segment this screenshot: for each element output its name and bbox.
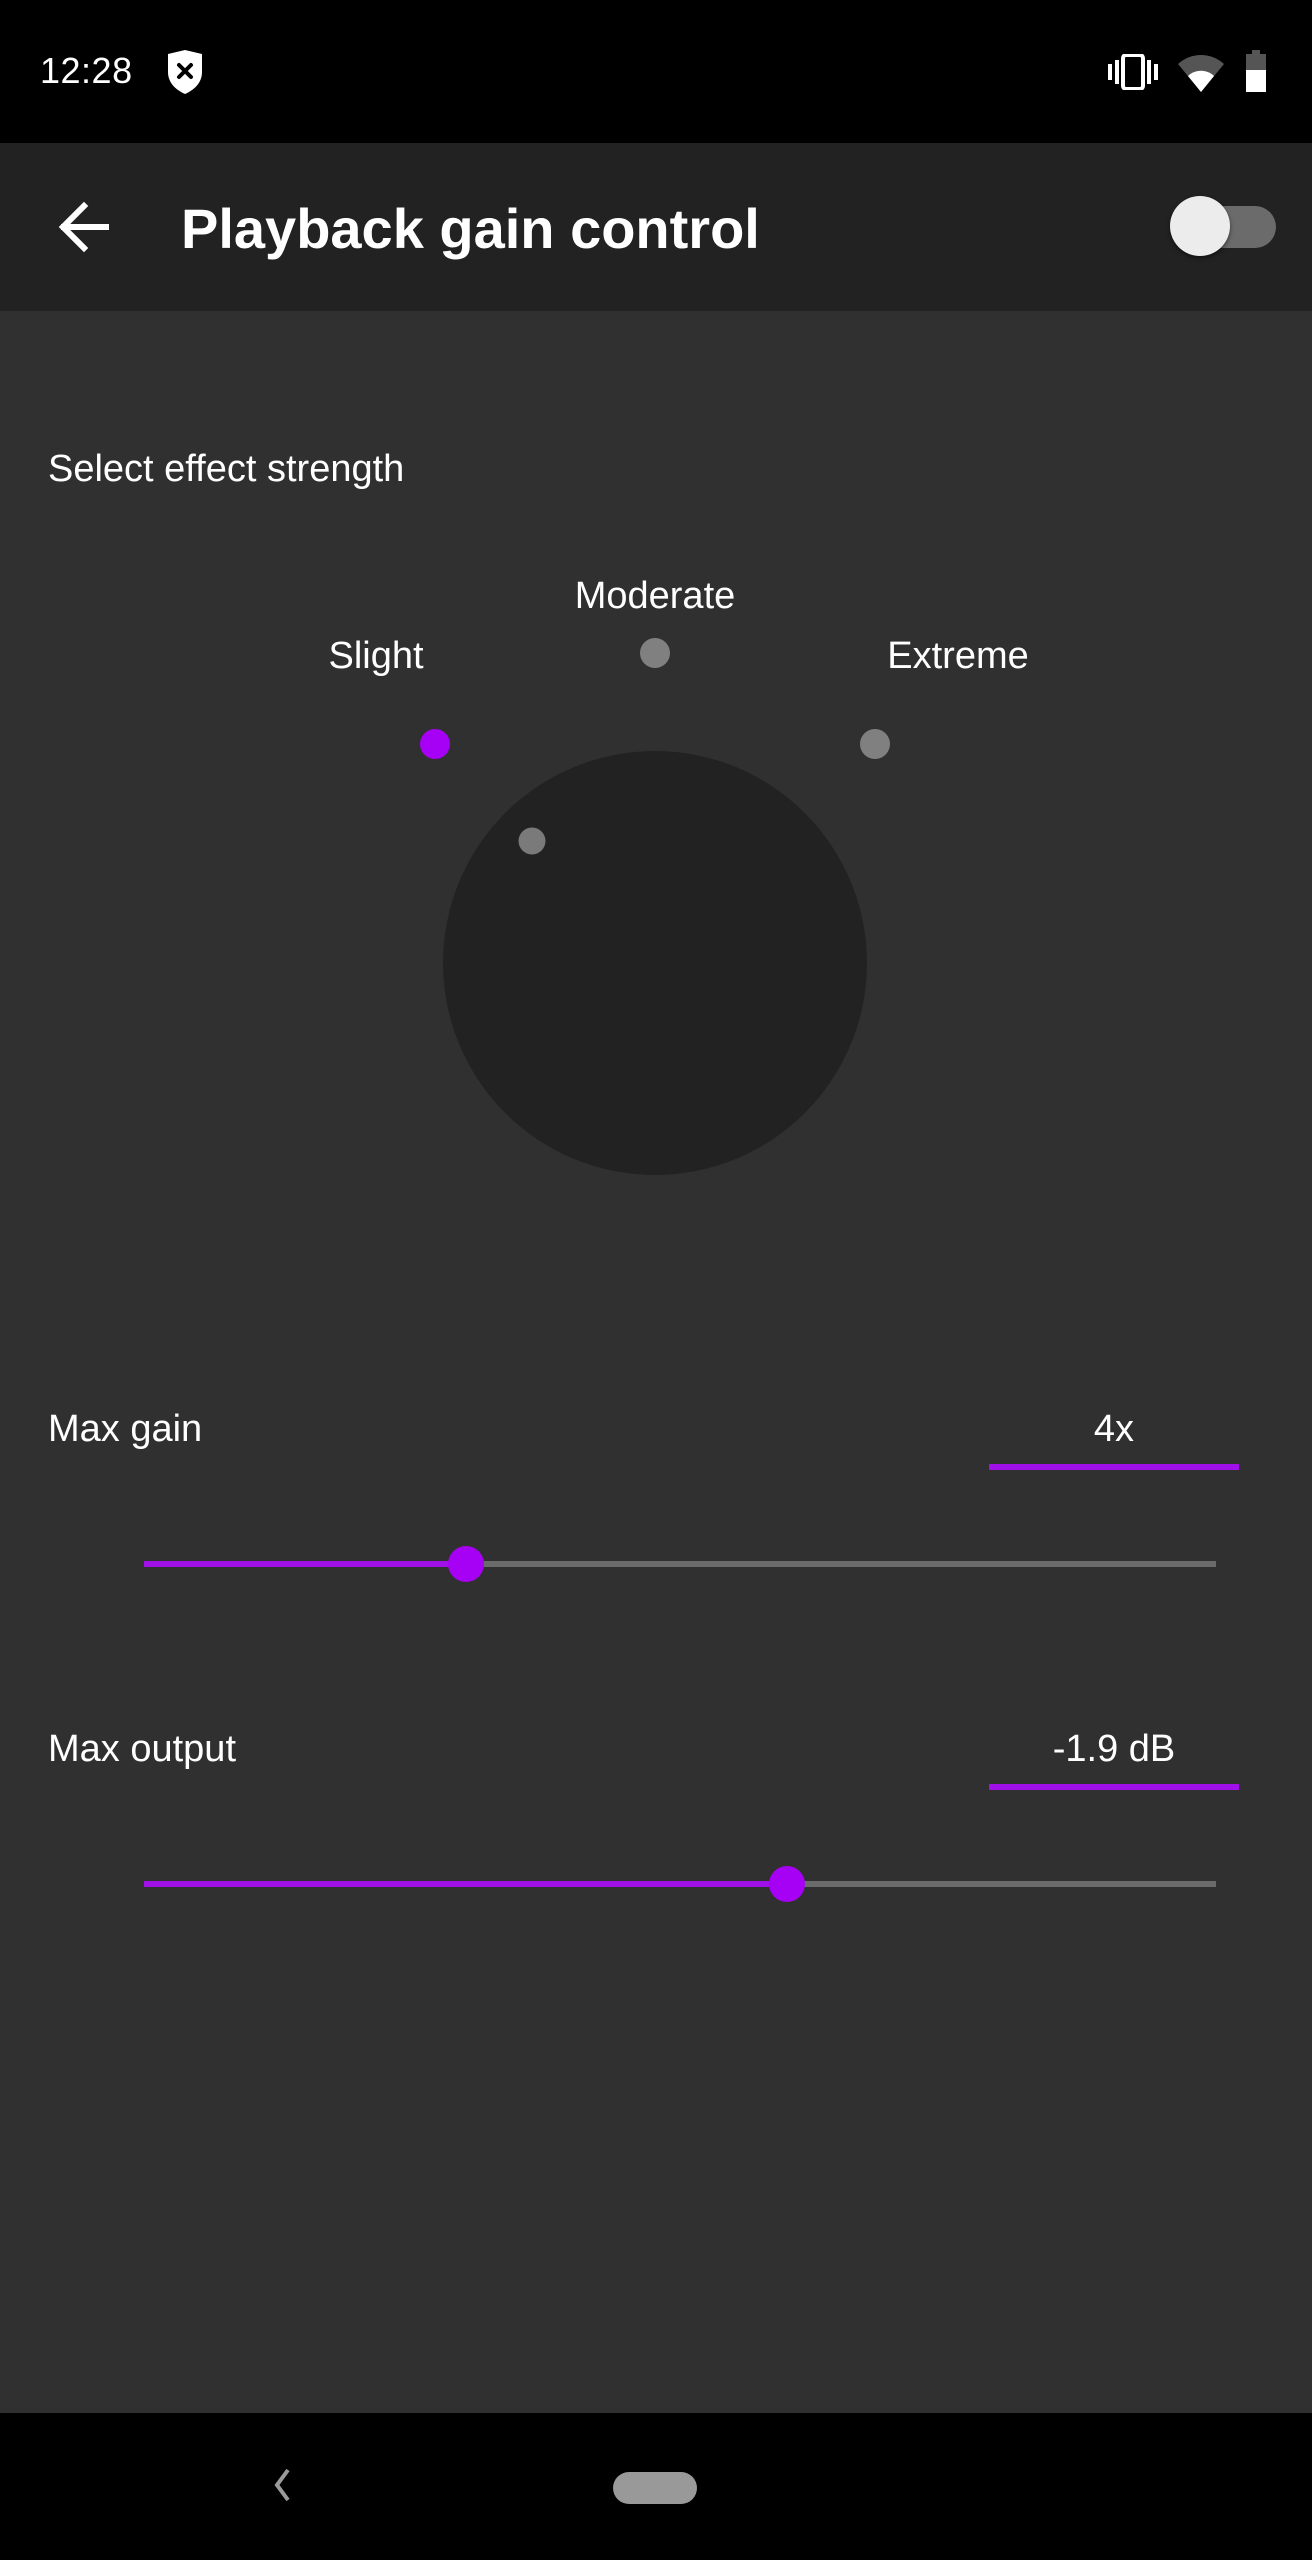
status-bar: 12:28 — [0, 0, 1312, 143]
max-output-value-field[interactable]: -1.9 dB — [989, 1724, 1239, 1804]
max-gain-value: 4x — [1093, 1408, 1135, 1450]
slider-active-track — [144, 1881, 788, 1887]
max-output-label: Max output — [48, 1728, 236, 1770]
effect-strength-knob[interactable] — [443, 751, 867, 1175]
strength-option-moderate-label[interactable]: Moderate — [575, 571, 736, 621]
max-gain-field-underline — [989, 1464, 1239, 1470]
max-gain-slider[interactable] — [126, 1534, 1234, 1594]
vibrate-icon — [1108, 54, 1158, 90]
nav-back-icon[interactable] — [256, 2460, 306, 2510]
max-output-field-underline — [989, 1784, 1239, 1790]
nav-home-pill[interactable] — [613, 2472, 697, 2504]
max-output-value: -1.9 dB — [1052, 1728, 1176, 1770]
max-gain-value-field[interactable]: 4x — [989, 1404, 1239, 1484]
strength-option-moderate-dot[interactable] — [640, 638, 670, 668]
master-enable-switch[interactable] — [1164, 192, 1282, 260]
slider-thumb[interactable] — [769, 1866, 806, 1902]
strength-option-extreme-label[interactable]: Extreme — [887, 631, 1028, 681]
knob-position-indicator — [518, 827, 546, 855]
slider-active-track — [144, 1561, 466, 1567]
battery-icon — [1246, 50, 1266, 92]
strength-option-slight-label[interactable]: Slight — [328, 631, 423, 681]
max-output-slider[interactable] — [126, 1854, 1234, 1914]
slider-thumb[interactable] — [447, 1546, 484, 1582]
back-button[interactable] — [44, 187, 124, 267]
strength-option-slight-dot[interactable] — [420, 729, 450, 759]
effect-strength-label: Select effect strength — [48, 448, 405, 490]
shield-x-icon — [168, 50, 202, 94]
strength-option-extreme-dot[interactable] — [860, 729, 890, 759]
status-time: 12:28 — [40, 50, 133, 91]
page-title: Playback gain control — [181, 197, 760, 260]
wifi-icon — [1178, 55, 1224, 92]
switch-thumb — [1170, 196, 1230, 256]
arrow-back-icon — [58, 201, 109, 253]
max-gain-label: Max gain — [48, 1408, 203, 1450]
